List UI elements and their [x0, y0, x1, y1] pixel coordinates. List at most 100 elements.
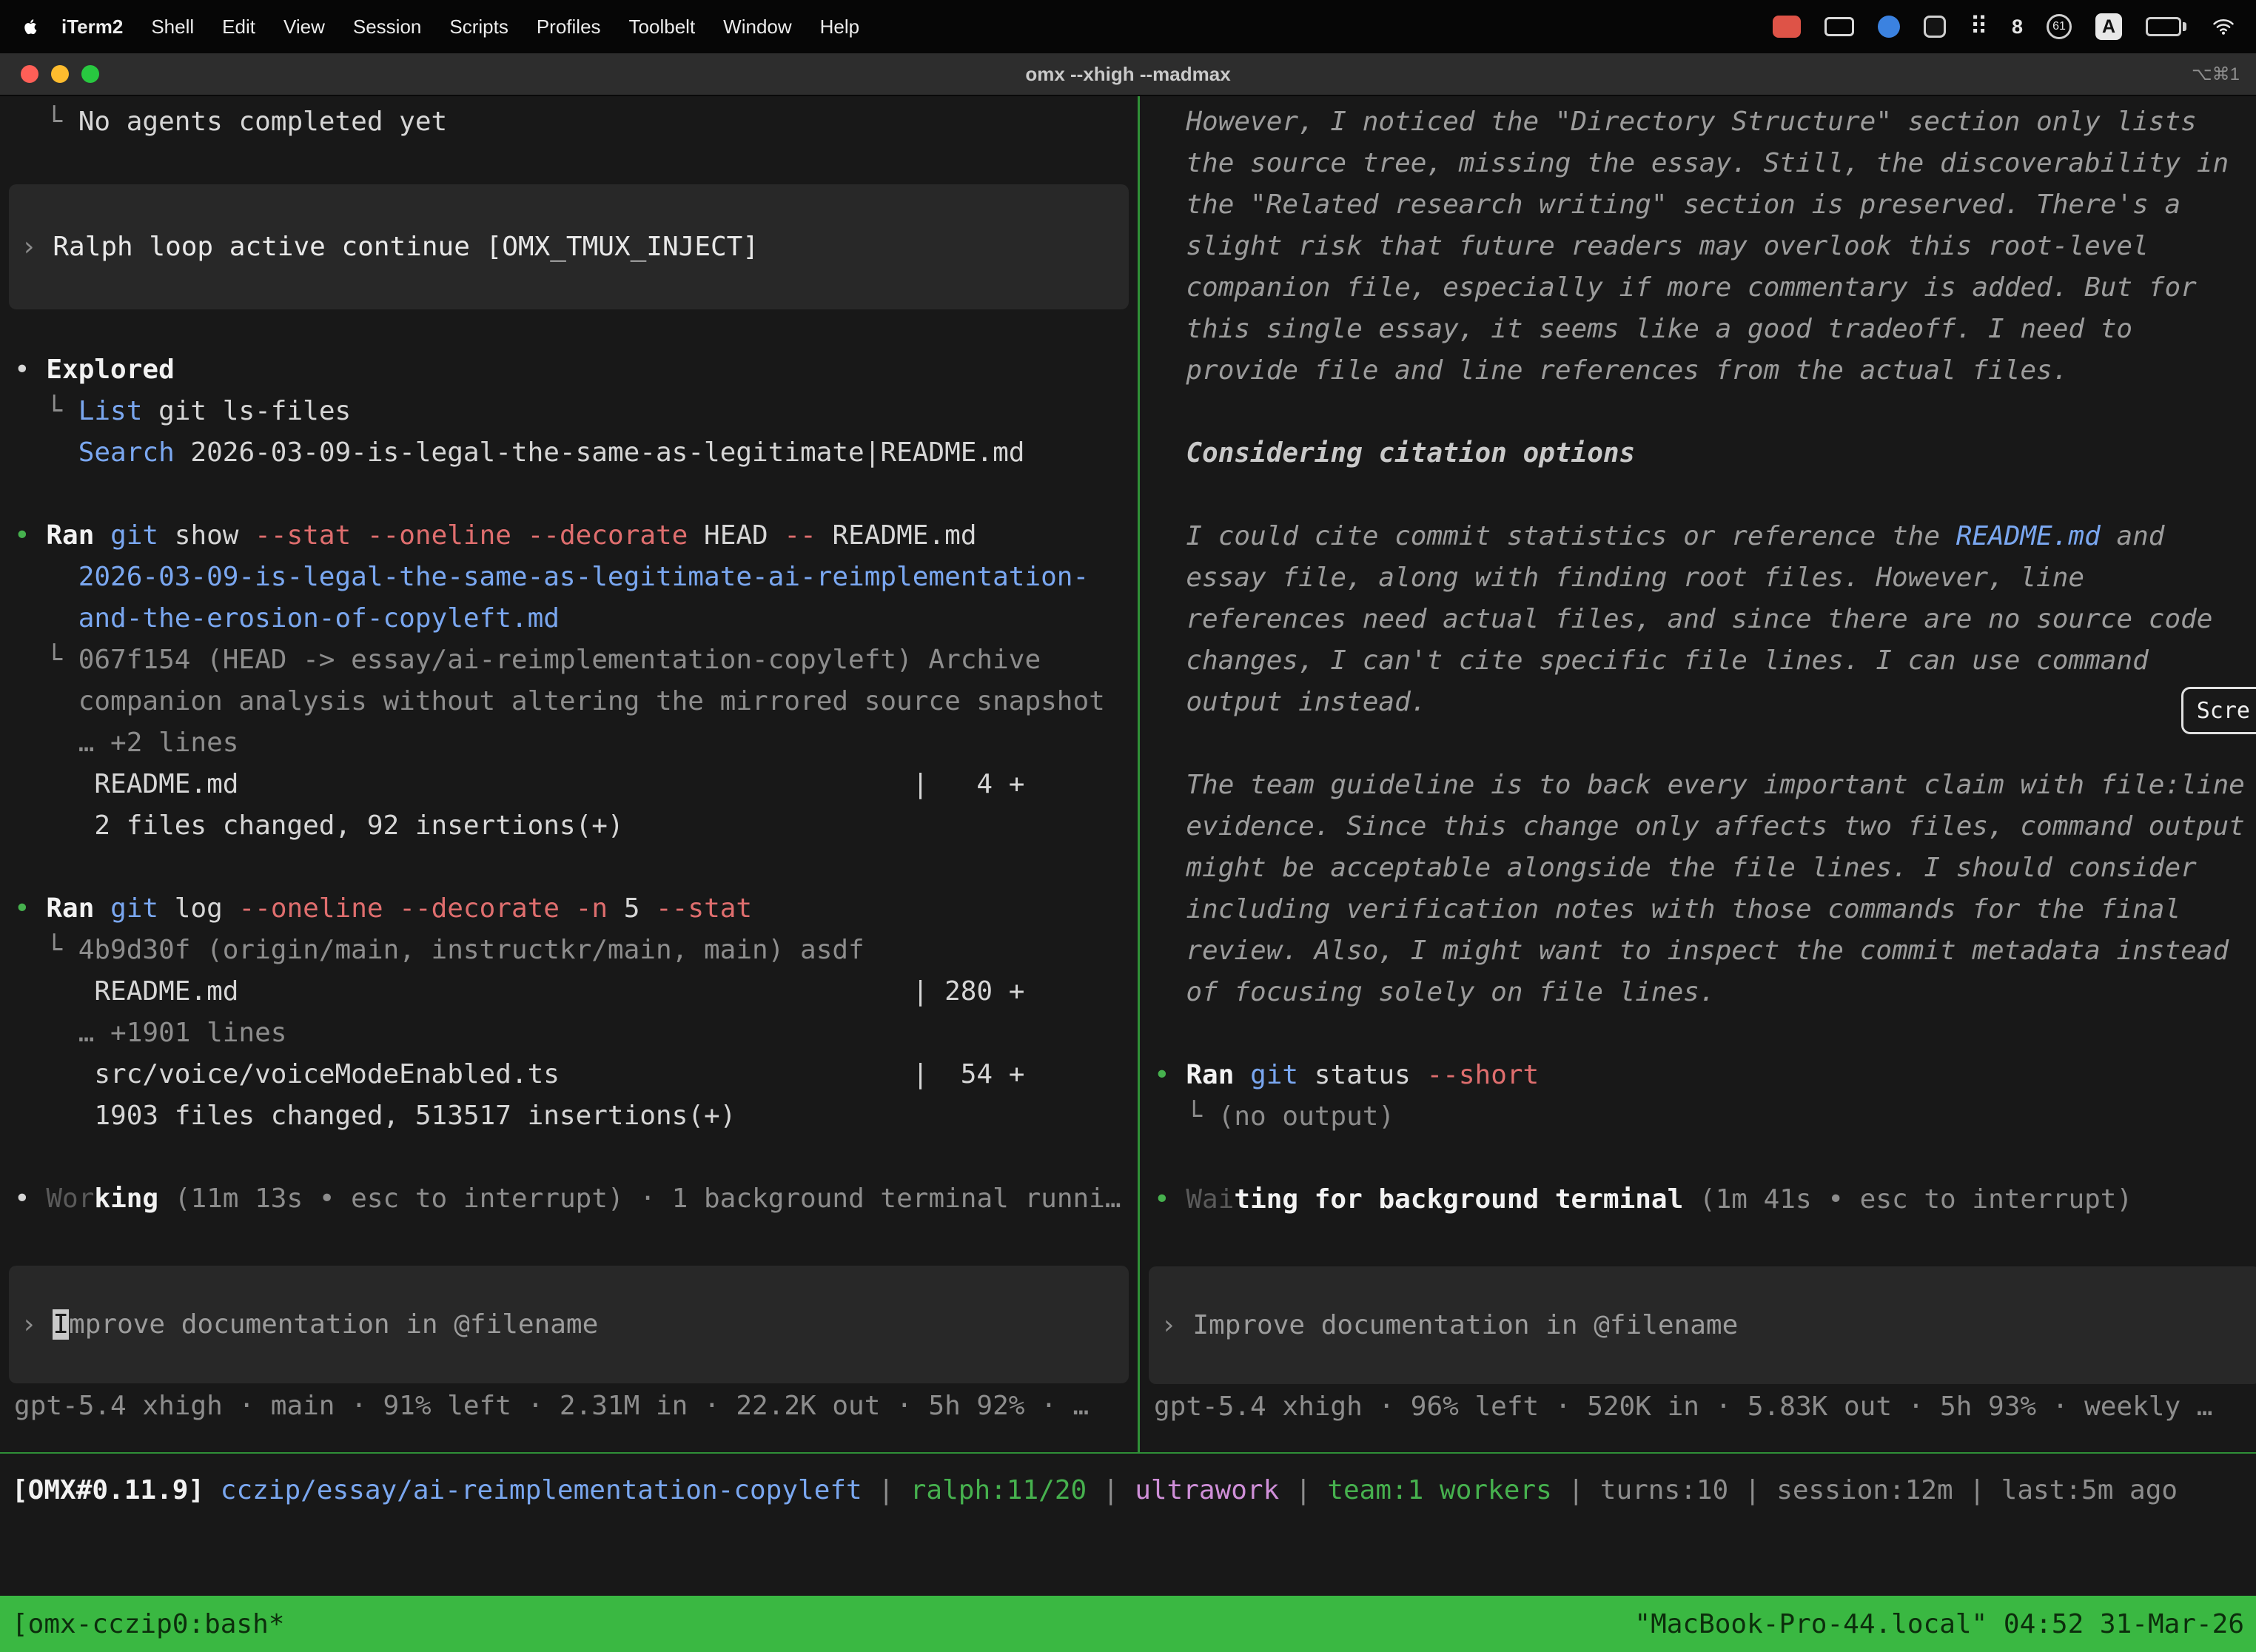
- meter-61-icon[interactable]: 61: [2047, 14, 2072, 39]
- terminal-line: Considering citation options: [1154, 433, 2256, 474]
- menu-item-toolbelt[interactable]: Toolbelt: [615, 16, 710, 38]
- battery-body: [2146, 17, 2181, 36]
- apple-menu-icon[interactable]: [19, 13, 43, 41]
- prompt-chevron: ›: [21, 1309, 53, 1340]
- dark-app-icon[interactable]: [1924, 16, 1946, 38]
- close-button[interactable]: [21, 65, 38, 83]
- macos-menu-bar: iTerm2 Shell Edit View Session Scripts P…: [0, 0, 2256, 53]
- keyboard-icon[interactable]: [1824, 17, 1854, 36]
- terminal-line: and-the-erosion-of-copyleft.md: [14, 598, 1138, 639]
- traffic-lights: [0, 65, 99, 83]
- input-source-icon[interactable]: A: [2095, 13, 2122, 40]
- terminal-line: README.md | 4 +: [14, 764, 1138, 805]
- terminal-line: • Ran git status --short: [1154, 1055, 2256, 1096]
- terminal-line: 1903 files changed, 513517 insertions(+): [14, 1095, 1138, 1137]
- zoom-button[interactable]: [81, 65, 99, 83]
- terminal-line: • Ran git log --oneline --decorate -n 5 …: [14, 888, 1138, 930]
- overlay-label: Scre: [2197, 698, 2250, 724]
- terminal-window: └ No agents completed yet › Ralph loop a…: [0, 96, 2256, 1652]
- screen-share-overlay-button[interactable]: Scre: [2181, 687, 2256, 734]
- right-prompt-input[interactable]: › Improve documentation in @filename: [1149, 1266, 2256, 1384]
- terminal-line: src/voice/voiceModeEnabled.ts | 54 +: [14, 1054, 1138, 1095]
- terminal-line: companion file, especially if more comme…: [1154, 267, 2256, 309]
- terminal-line: changes, I can't cite specific file line…: [1154, 640, 2256, 682]
- battery-icon[interactable]: [2146, 17, 2186, 36]
- status-segment: [OMX#0.11.9]: [12, 1475, 221, 1505]
- terminal-line: └ No agents completed yet: [14, 101, 1138, 143]
- left-model-status-line: gpt-5.4 xhigh · main · 91% left · 2.31M …: [14, 1386, 1138, 1427]
- terminal-line: • Waiting for background terminal (1m 41…: [1154, 1179, 2256, 1220]
- terminal-line: [1154, 392, 2256, 433]
- menu-item-profiles[interactable]: Profiles: [523, 16, 615, 38]
- menu-item-edit[interactable]: Edit: [208, 16, 269, 38]
- battery-nub: [2183, 22, 2186, 31]
- terminal-line: the source tree, missing the essay. Stil…: [1154, 143, 2256, 184]
- tmux-host-clock: "MacBook-Pro-44.local" 04:52 31-Mar-26: [1634, 1609, 2244, 1639]
- menu-item-scripts[interactable]: Scripts: [435, 16, 522, 38]
- window-title-bar: omx --xhigh --madmax ⌥⌘1: [0, 53, 2256, 96]
- terminal-line: └ 067f154 (HEAD -> essay/ai-reimplementa…: [14, 639, 1138, 681]
- status-segment: team:1 workers: [1327, 1475, 1551, 1505]
- prompt-chevron: ›: [1161, 1310, 1192, 1340]
- menu-item-shell[interactable]: Shell: [137, 16, 208, 38]
- prompt-chevron: ›: [21, 232, 53, 262]
- right-model-status-line: gpt-5.4 xhigh · 96% left · 520K in · 5.8…: [1154, 1386, 2256, 1428]
- left-prompt-input[interactable]: › Improve documentation in @filename: [9, 1266, 1129, 1383]
- right-terminal-pane[interactable]: However, I noticed the "Directory Struct…: [1140, 96, 2256, 1452]
- menu-item-window[interactable]: Window: [709, 16, 805, 38]
- terminal-line: [1154, 723, 2256, 765]
- terminal-line: references need actual files, and since …: [1154, 599, 2256, 640]
- omx-status-bar: [OMX#0.11.9] cczip/essay/ai-reimplementa…: [12, 1470, 2256, 1511]
- menu-item-session[interactable]: Session: [339, 16, 436, 38]
- menu-item-help[interactable]: Help: [806, 16, 873, 38]
- status-segment: last:5m ago: [2001, 1475, 2178, 1505]
- terminal-line: [1154, 1138, 2256, 1179]
- wifi-icon[interactable]: [2210, 16, 2237, 38]
- terminal-line: of focusing solely on file lines.: [1154, 972, 2256, 1013]
- tmux-panes: └ No agents completed yet › Ralph loop a…: [0, 96, 2256, 1452]
- terminal-line: … +1901 lines: [14, 1013, 1138, 1054]
- text-cursor: I: [53, 1309, 69, 1340]
- window-shortcut-badge: ⌥⌘1: [2192, 64, 2256, 85]
- menu-item-view[interactable]: View: [269, 16, 339, 38]
- menu-status-icons: ⠿ 8 61 A: [1773, 13, 2237, 40]
- terminal-line: • Ran git show --stat --oneline --decora…: [14, 515, 1138, 557]
- terminal-line: [14, 474, 1138, 515]
- terminal-line: However, I noticed the "Directory Struct…: [1154, 101, 2256, 143]
- status-segment: |: [1279, 1475, 1327, 1505]
- status-segment: ralph:11/20: [910, 1475, 1087, 1505]
- terminal-line: Search 2026-03-09-is-legal-the-same-as-l…: [14, 432, 1138, 474]
- terminal-line: └ 4b9d30f (origin/main, instructkr/main,…: [14, 930, 1138, 971]
- terminal-line: The team guideline is to back every impo…: [1154, 765, 2256, 806]
- right-pane-reasoning-lines: However, I noticed the "Directory Struct…: [1154, 101, 2256, 1220]
- terminal-line: … +2 lines: [14, 722, 1138, 764]
- status-segment: cczip/essay/ai-reimplementation-copyleft: [221, 1475, 862, 1505]
- left-pane-log-lines: • Explored └ List git ls-files Search 20…: [14, 349, 1138, 1220]
- minimize-button[interactable]: [51, 65, 69, 83]
- app-grid-icon[interactable]: ⠿: [1970, 16, 1988, 38]
- status-segment: turns:10: [1600, 1475, 1728, 1505]
- terminal-line: [14, 847, 1138, 888]
- terminal-line: I could cite commit statistics or refere…: [1154, 516, 2256, 557]
- input-text: mprove documentation in @filename: [69, 1309, 598, 1340]
- terminal-line: evidence. Since this change only affects…: [1154, 806, 2256, 847]
- left-terminal-pane[interactable]: └ No agents completed yet › Ralph loop a…: [0, 96, 1138, 1452]
- terminal-line: [14, 1137, 1138, 1178]
- menu-item-iterm2[interactable]: iTerm2: [47, 16, 137, 38]
- terminal-line: this single essay, it seems like a good …: [1154, 309, 2256, 350]
- screen-record-icon[interactable]: [1773, 16, 1801, 38]
- terminal-line: • Working (11m 13s • esc to interrupt) ·…: [14, 1178, 1138, 1220]
- status-segment: session:12m: [1776, 1475, 1953, 1505]
- terminal-line: • Explored: [14, 349, 1138, 391]
- pane-bottom-border: [0, 1452, 2256, 1454]
- status-segment: ultrawork: [1135, 1475, 1279, 1505]
- terminal-line: └ (no output): [1154, 1096, 2256, 1138]
- terminal-line: [1154, 474, 2256, 516]
- menu-items: iTerm2 Shell Edit View Session Scripts P…: [19, 13, 873, 41]
- tmux-status-bar: [omx-cczip0:bash* "MacBook-Pro-44.local"…: [0, 1596, 2256, 1652]
- terminal-line: slight risk that future readers may over…: [1154, 226, 2256, 267]
- key-8-icon[interactable]: 8: [2012, 16, 2023, 38]
- blue-app-icon[interactable]: [1878, 16, 1900, 38]
- tmux-session-name: [omx-cczip0:bash*: [12, 1609, 284, 1639]
- terminal-line: companion analysis without altering the …: [14, 681, 1138, 722]
